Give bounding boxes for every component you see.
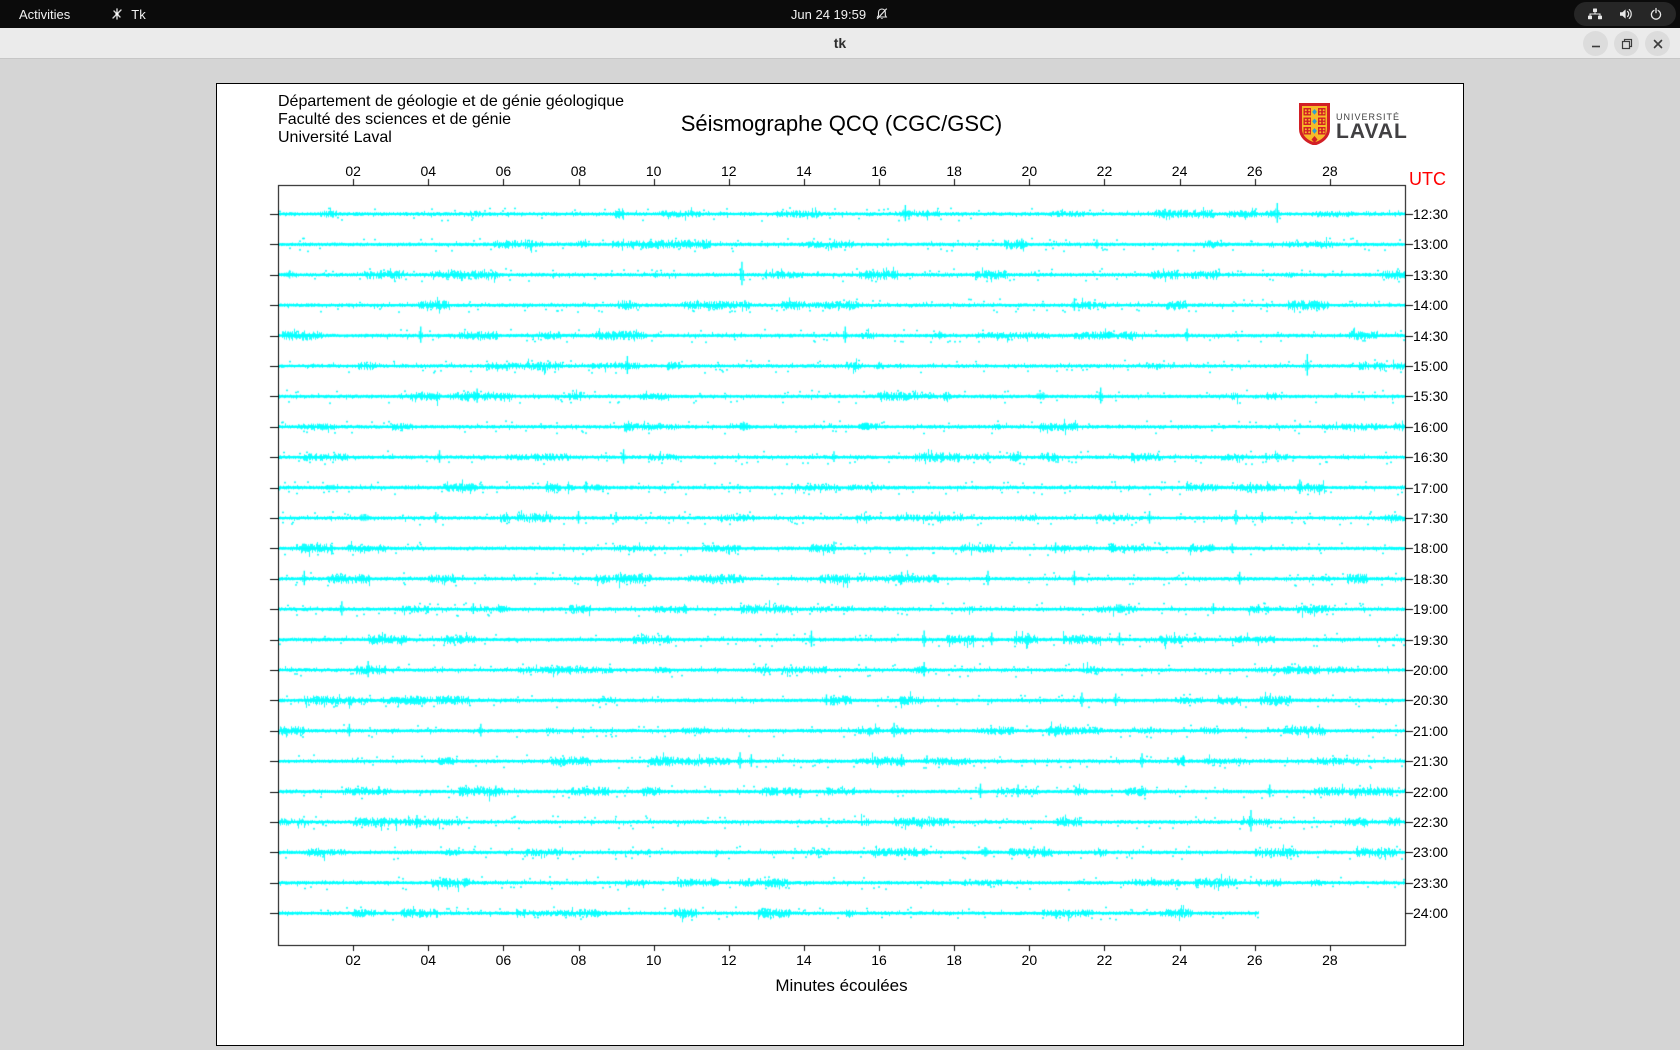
utc-time-label: 14:30: [1413, 327, 1449, 344]
wired-network-icon: [1587, 7, 1603, 21]
x-tick-label-top: 20: [1021, 163, 1038, 179]
x-tick-label-bottom: 24: [1171, 952, 1188, 968]
x-tick-label-top: 28: [1322, 163, 1338, 179]
tk-window-background: Département de géologie et de génie géol…: [0, 59, 1680, 1050]
x-tick-label-bottom: 14: [796, 952, 812, 968]
x-tick-label-top: 16: [871, 163, 887, 179]
x-tick-label-top: 24: [1171, 163, 1188, 179]
utc-time-label: 15:30: [1413, 388, 1449, 405]
close-button[interactable]: [1645, 31, 1670, 56]
utc-time-label: 18:00: [1413, 540, 1449, 557]
x-tick-label-top: 12: [721, 163, 737, 179]
maximize-button[interactable]: [1614, 31, 1639, 56]
x-tick-label-bottom: 18: [946, 952, 962, 968]
utc-time-label: 18:30: [1413, 570, 1449, 587]
utc-time-label: 20:30: [1413, 692, 1449, 709]
x-tick-label-top: 06: [495, 163, 512, 179]
x-tick-label-top: 26: [1246, 163, 1263, 179]
utc-axis-label: UTC: [1409, 169, 1446, 189]
utc-time-label: 19:00: [1413, 601, 1449, 618]
x-tick-label-bottom: 26: [1246, 952, 1263, 968]
tk-icon: [110, 7, 124, 21]
universite-laval-logo: UNIVERSITÉ LAVAL: [1299, 103, 1408, 150]
utc-time-label: 22:00: [1413, 783, 1449, 800]
clock-label: Jun 24 19:59: [790, 6, 867, 22]
utc-time-label: 23:30: [1413, 874, 1449, 891]
utc-time-label: 12:30: [1413, 206, 1449, 222]
x-tick-label-top: 10: [645, 163, 662, 179]
utc-time-label: 15:00: [1413, 358, 1449, 374]
activities-button[interactable]: Activities: [10, 0, 79, 28]
laval-logo-text: UNIVERSITÉ LAVAL: [1336, 112, 1408, 142]
chart-title: Séismographe QCQ (CGC/GSC): [680, 111, 1003, 136]
utc-time-label: 20:00: [1413, 662, 1449, 678]
x-tick-label-top: 18: [946, 163, 962, 179]
x-tick-label-bottom: 22: [1096, 952, 1113, 968]
window-title: tk: [833, 35, 847, 51]
x-tick-label-bottom: 06: [495, 952, 512, 968]
utc-time-label: 16:30: [1413, 449, 1449, 466]
institution-line-1: Département de géologie et de génie géol…: [278, 93, 625, 110]
x-tick-label-bottom: 28: [1322, 952, 1338, 968]
x-tick-label-top: 22: [1096, 163, 1113, 179]
minimize-button[interactable]: [1583, 31, 1608, 56]
bell-slash-icon: [875, 7, 889, 21]
utc-time-label: 17:00: [1413, 479, 1449, 496]
x-tick-label-top: 04: [420, 163, 437, 179]
helicorder-plot: [217, 84, 1463, 1045]
volume-icon: [1618, 7, 1634, 21]
gnome-top-bar: Activities Tk Jun 24 19:59: [0, 0, 1680, 28]
x-tick-label-top: 02: [345, 163, 361, 179]
power-icon: [1649, 7, 1663, 21]
window-titlebar[interactable]: tk: [0, 28, 1680, 59]
x-tick-label-top: 08: [570, 163, 587, 179]
x-tick-label-top: 14: [796, 163, 812, 179]
x-tick-label-bottom: 10: [645, 952, 662, 968]
utc-time-label: 16:00: [1413, 418, 1449, 435]
laval-logo-line2: LAVAL: [1336, 119, 1408, 143]
utc-time-label: 14:00: [1413, 297, 1449, 314]
x-tick-label-bottom: 16: [871, 952, 887, 968]
x-axis-title: Minutes écoulées: [775, 976, 908, 995]
utc-time-label: 17:30: [1413, 510, 1449, 526]
clock-button[interactable]: Jun 24 19:59: [791, 0, 889, 28]
x-tick-label-bottom: 08: [570, 952, 587, 968]
utc-time-label: 13:00: [1413, 236, 1449, 253]
x-tick-label-bottom: 20: [1021, 952, 1038, 968]
focused-app-menu[interactable]: Tk: [101, 0, 154, 28]
seismograph-canvas: Département de géologie et de génie géol…: [216, 83, 1464, 1046]
utc-time-label: 22:30: [1413, 814, 1449, 830]
activities-label: Activities: [19, 6, 71, 22]
utc-time-label: 13:30: [1413, 266, 1449, 283]
x-tick-label-bottom: 02: [345, 952, 361, 968]
x-tick-label-bottom: 04: [420, 952, 437, 968]
utc-time-label: 21:00: [1413, 722, 1449, 739]
utc-time-label: 19:30: [1413, 631, 1449, 648]
focused-app-label: Tk: [131, 6, 146, 22]
utc-time-label: 21:30: [1413, 753, 1449, 770]
utc-time-label: 23:00: [1413, 844, 1449, 861]
x-tick-label-bottom: 12: [721, 952, 737, 968]
utc-time-label: 24:00: [1413, 905, 1449, 922]
system-status-menu[interactable]: [1574, 2, 1676, 26]
laval-shield-icon: [1299, 103, 1330, 150]
